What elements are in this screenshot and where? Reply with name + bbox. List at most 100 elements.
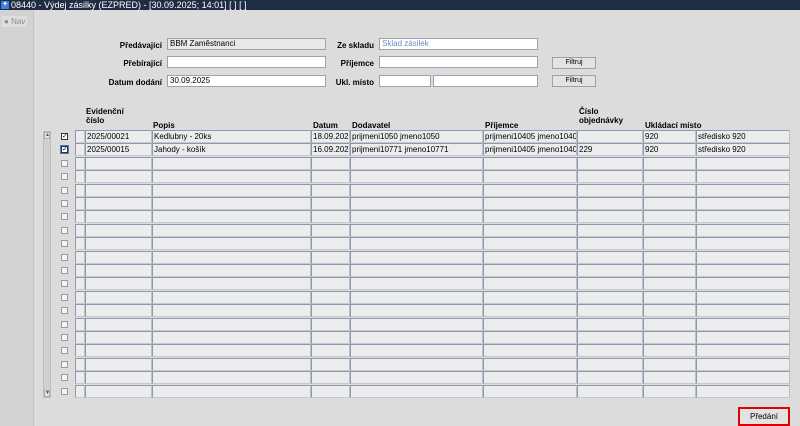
ukl-misto-name-field[interactable] (433, 75, 538, 87)
cell-objednavka[interactable] (577, 156, 643, 170)
cell-popis[interactable] (152, 304, 311, 318)
cell-objednavka[interactable] (577, 210, 643, 224)
cell-evid[interactable] (85, 237, 152, 251)
datum-dodani-field[interactable]: 30.09.2025 (167, 75, 326, 87)
row-checkbox[interactable] (61, 320, 68, 328)
cell-ukl_nazev[interactable] (696, 170, 790, 184)
cell-popis[interactable] (152, 156, 311, 170)
cell-dodavatel[interactable] (350, 317, 483, 331)
cell-ukl[interactable] (643, 170, 696, 184)
cell-ukl[interactable] (643, 344, 696, 358)
cell-evid[interactable] (85, 371, 152, 385)
cell-prijemce[interactable] (483, 344, 577, 358)
cell-ukl[interactable] (643, 183, 696, 197)
row-checkbox[interactable] (61, 186, 68, 194)
cell-popis[interactable] (152, 277, 311, 291)
cell-objednavka[interactable] (577, 357, 643, 371)
cell-datum[interactable] (311, 357, 350, 371)
cell-prijemce[interactable] (483, 170, 577, 184)
row-checkbox[interactable] (61, 240, 68, 248)
cell-dodavatel[interactable] (350, 223, 483, 237)
filter-prijemce-button[interactable]: Filtruj (552, 57, 596, 69)
row-selector[interactable] (75, 331, 85, 344)
cell-ukl_nazev[interactable] (696, 371, 790, 385)
cell-dodavatel[interactable] (350, 277, 483, 291)
cell-ukl_nazev[interactable] (696, 250, 790, 264)
cell-dodavatel[interactable] (350, 344, 483, 358)
cell-prijemce[interactable] (483, 250, 577, 264)
cell-objednavka[interactable]: 229 (577, 143, 643, 157)
cell-evid[interactable] (85, 197, 152, 210)
cell-ukl_nazev[interactable] (696, 237, 790, 251)
cell-datum[interactable] (311, 237, 350, 251)
cell-dodavatel[interactable] (350, 290, 483, 304)
row-selector[interactable] (75, 210, 85, 224)
cell-dodavatel[interactable] (350, 250, 483, 264)
row-checkbox[interactable] (61, 280, 68, 288)
cell-ukl_nazev[interactable] (696, 223, 790, 237)
cell-objednavka[interactable] (577, 183, 643, 197)
cell-objednavka[interactable] (577, 197, 643, 210)
cell-popis[interactable] (152, 344, 311, 358)
cell-ukl_nazev[interactable] (696, 304, 790, 318)
cell-ukl_nazev[interactable] (696, 264, 790, 277)
cell-ukl[interactable] (643, 223, 696, 237)
cell-ukl[interactable] (643, 237, 696, 251)
cell-ukl_nazev[interactable] (696, 344, 790, 358)
cell-prijemce[interactable] (483, 357, 577, 371)
cell-ukl[interactable] (643, 304, 696, 318)
cell-evid[interactable] (85, 170, 152, 184)
table-scrollbar[interactable]: ▲ ▼ (43, 131, 51, 398)
row-checkbox[interactable] (61, 267, 68, 274)
cell-dodavatel[interactable] (350, 170, 483, 184)
cell-ukl[interactable]: 920 (643, 130, 696, 143)
cell-ukl_nazev[interactable] (696, 290, 790, 304)
cell-popis[interactable] (152, 183, 311, 197)
cell-evid[interactable]: 2025/00015 (85, 143, 152, 157)
row-checkbox[interactable] (61, 387, 68, 395)
cell-popis[interactable] (152, 384, 311, 398)
cell-ukl_nazev[interactable] (696, 183, 790, 197)
cell-evid[interactable] (85, 357, 152, 371)
row-selector[interactable] (75, 156, 85, 170)
cell-datum[interactable] (311, 170, 350, 184)
cell-ukl[interactable] (643, 277, 696, 291)
cell-ukl[interactable] (643, 371, 696, 385)
cell-ukl_nazev[interactable] (696, 384, 790, 398)
cell-datum[interactable] (311, 371, 350, 385)
cell-datum[interactable] (311, 183, 350, 197)
cell-dodavatel[interactable] (350, 264, 483, 277)
cell-evid[interactable]: 2025/00021 (85, 130, 152, 143)
cell-ukl_nazev[interactable] (696, 317, 790, 331)
row-selector[interactable] (75, 384, 85, 398)
cell-popis[interactable]: Jahody - košík (152, 143, 311, 157)
cell-datum[interactable] (311, 317, 350, 331)
cell-evid[interactable] (85, 223, 152, 237)
cell-popis[interactable] (152, 264, 311, 277)
cell-prijemce[interactable] (483, 156, 577, 170)
cell-dodavatel[interactable] (350, 371, 483, 385)
cell-datum[interactable] (311, 331, 350, 344)
cell-datum[interactable] (311, 264, 350, 277)
cell-ukl_nazev[interactable] (696, 156, 790, 170)
cell-dodavatel[interactable] (350, 183, 483, 197)
cell-popis[interactable] (152, 237, 311, 251)
cell-prijemce[interactable] (483, 277, 577, 291)
row-selector[interactable] (75, 183, 85, 197)
cell-dodavatel[interactable] (350, 210, 483, 224)
cell-datum[interactable]: 16.09.2025 (311, 143, 350, 157)
prebirajici-field[interactable] (167, 56, 326, 68)
row-selector[interactable] (75, 317, 85, 331)
cell-prijemce[interactable] (483, 304, 577, 318)
cell-prijemce[interactable] (483, 371, 577, 385)
cell-popis[interactable] (152, 357, 311, 371)
cell-dodavatel[interactable] (350, 357, 483, 371)
row-selector[interactable] (75, 130, 85, 143)
cell-dodavatel[interactable]: prijmeni1050 jmeno1050 (350, 130, 483, 143)
cell-objednavka[interactable] (577, 223, 643, 237)
cell-popis[interactable] (152, 223, 311, 237)
nav-button[interactable]: ● Nav (2, 16, 28, 27)
cell-evid[interactable] (85, 304, 152, 318)
cell-ukl_nazev[interactable] (696, 277, 790, 291)
row-selector[interactable] (75, 277, 85, 291)
